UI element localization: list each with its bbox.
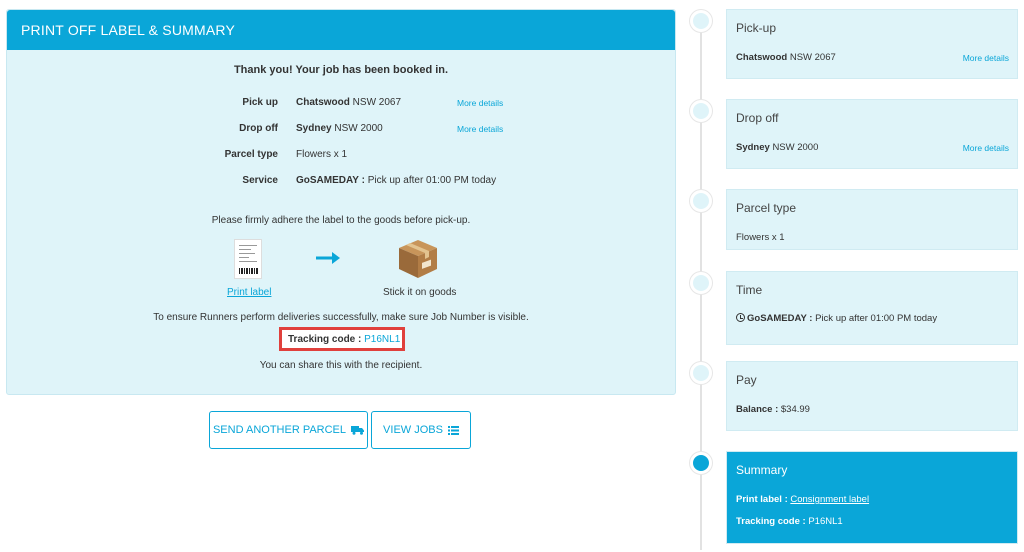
shipping-label-icon [234, 239, 262, 279]
send-another-parcel-button[interactable]: SEND ANOTHER PARCEL [209, 411, 368, 449]
more-details-link[interactable]: More details [457, 98, 503, 108]
info-label: Pick up [242, 97, 278, 108]
step-value: $34.99 [780, 404, 810, 415]
step-dot-summary [690, 452, 712, 474]
step-dot-dropoff [690, 100, 712, 122]
step-summary[interactable]: Summary Print label : Consignment label … [726, 451, 1018, 544]
step-pay[interactable]: Pay Balance : $34.99 [726, 361, 1018, 431]
more-details-link[interactable]: More details [457, 124, 503, 134]
info-value-bold: GoSAMEDAY : [296, 175, 365, 186]
step-dropoff[interactable]: Drop off Sydney NSW 2000 More details [726, 99, 1018, 169]
list-icon [447, 425, 459, 435]
info-value: NSW 2067 [352, 97, 402, 108]
step-value-bold: Chatswood [736, 52, 788, 63]
step-parcel-type[interactable]: Parcel type Flowers x 1 [726, 189, 1018, 250]
step-title: Time [736, 283, 763, 297]
step-value-bold: Balance : [736, 404, 779, 415]
step-dot-pickup [690, 10, 712, 32]
send-another-parcel-label: SEND ANOTHER PARCEL [212, 424, 347, 436]
step-value: Pick up after 01:00 PM today [815, 313, 938, 324]
step-title: Drop off [736, 111, 779, 125]
more-details-link[interactable]: More details [963, 53, 1009, 63]
step-value-bold: Sydney [736, 142, 770, 153]
info-row-service: Service GoSAMEDAY : Pick up after 01:00 … [7, 175, 675, 189]
more-details-link[interactable]: More details [963, 143, 1009, 153]
info-label: Service [242, 175, 278, 186]
step-title: Summary [736, 463, 788, 477]
step-dot-parcel [690, 190, 712, 212]
step-time[interactable]: Time GoSAMEDAY : Pick up after 01:00 PM … [726, 271, 1018, 345]
info-value: Flowers x 1 [296, 149, 348, 160]
clock-icon [736, 313, 745, 322]
tracking-code-box: Tracking code : P16NL1 [279, 327, 405, 351]
step-dot-time [690, 272, 712, 294]
info-row-pickup: Pick up Chatswood NSW 2067 More details [7, 97, 675, 111]
step-value: NSW 2000 [772, 142, 819, 153]
info-label: Parcel type [224, 149, 278, 160]
step-dot-pay [690, 362, 712, 384]
tracking-code-value: P16NL1 [808, 516, 843, 527]
info-label: Drop off [239, 123, 278, 134]
print-label-key: Print label : [736, 494, 788, 505]
tracking-code-label: Tracking code : [288, 334, 362, 345]
share-note: You can share this with the recipient. [259, 360, 423, 371]
info-row-parcel-type: Parcel type Flowers x 1 [7, 149, 675, 163]
step-value: Flowers x 1 [736, 232, 785, 243]
truck-icon [351, 425, 365, 435]
info-row-dropoff: Drop off Sydney NSW 2000 More details [7, 123, 675, 137]
summary-card: PRINT OFF LABEL & SUMMARY Thank you! You… [6, 9, 676, 395]
consignment-label-link[interactable]: Consignment label [790, 494, 869, 505]
stick-instruction: Stick it on goods [383, 287, 457, 298]
adhere-instruction: Please firmly adhere the label to the go… [211, 215, 471, 226]
arrow-right-icon [316, 252, 340, 264]
card-header: PRINT OFF LABEL & SUMMARY [7, 10, 675, 50]
step-title: Pick-up [736, 21, 777, 35]
step-pickup[interactable]: Pick-up Chatswood NSW 2067 More details [726, 9, 1018, 79]
view-jobs-label: VIEW JOBS [383, 424, 443, 436]
info-value-bold: Sydney [296, 123, 332, 134]
tracking-code-value[interactable]: P16NL1 [364, 334, 400, 345]
visibility-instruction: To ensure Runners perform deliveries suc… [153, 312, 529, 323]
tracking-code-key: Tracking code : [736, 516, 806, 527]
info-value: NSW 2000 [334, 123, 383, 134]
print-label-link[interactable]: Print label [227, 287, 271, 298]
view-jobs-button[interactable]: VIEW JOBS [371, 411, 471, 449]
info-value: Pick up after 01:00 PM today [367, 175, 497, 186]
step-title: Pay [736, 373, 757, 387]
step-title: Parcel type [736, 201, 797, 215]
step-value: NSW 2067 [789, 52, 836, 63]
box-icon [399, 240, 437, 278]
step-value-bold: GoSAMEDAY : [747, 313, 813, 324]
booking-confirmation: Thank you! Your job has been booked in. [233, 64, 449, 76]
info-value-bold: Chatswood [296, 97, 350, 108]
